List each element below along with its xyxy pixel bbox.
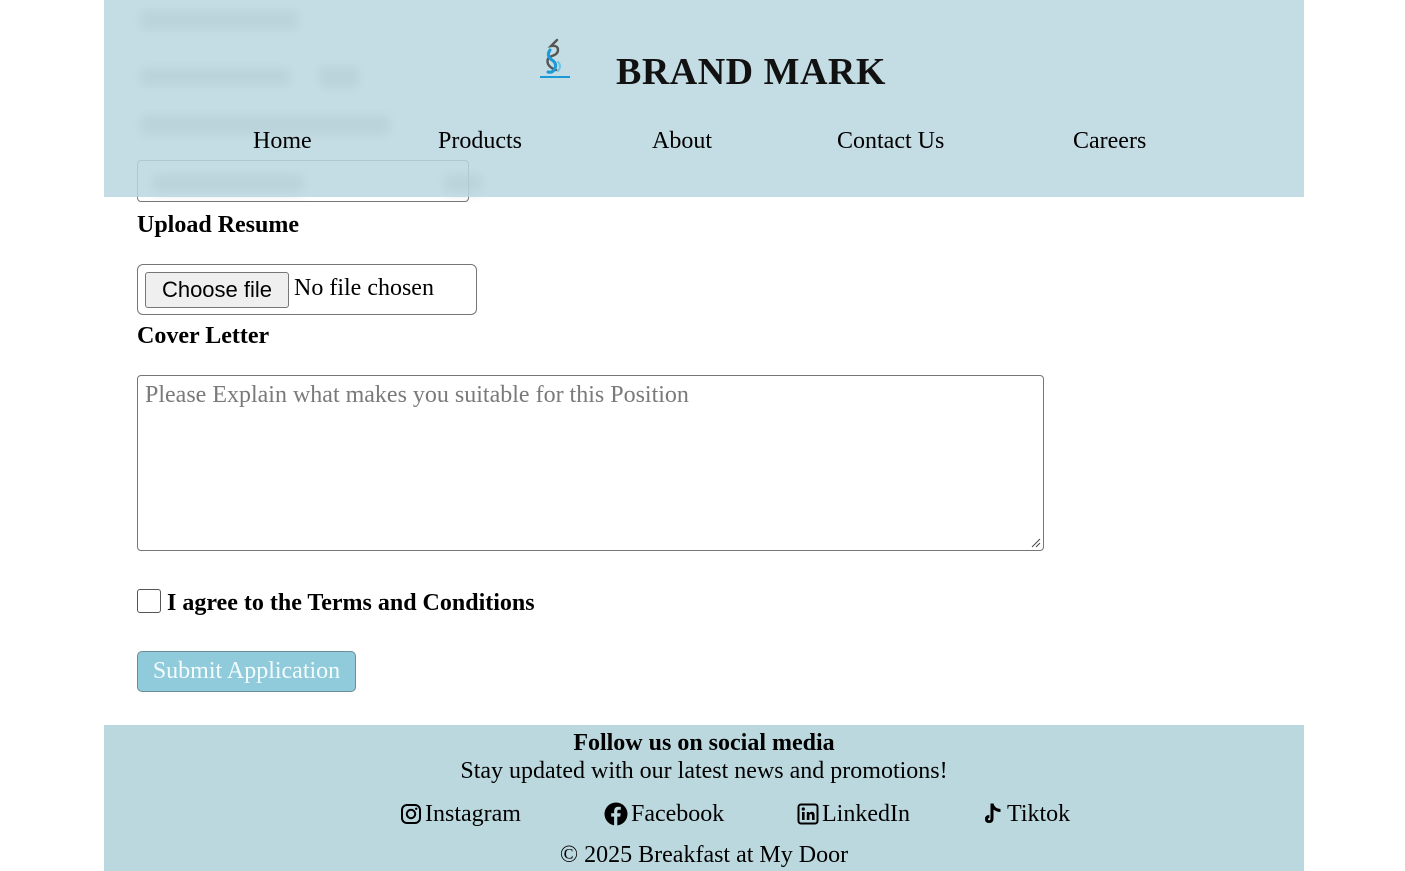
tiktok-label: Tiktok [1007, 800, 1071, 827]
nav-home[interactable]: Home [253, 128, 312, 155]
terms-checkbox[interactable] [137, 589, 161, 613]
upload-resume-label: Upload Resume [137, 212, 300, 238]
instagram-link[interactable]: Instagram [400, 799, 521, 829]
nav-about[interactable]: About [652, 128, 712, 155]
file-status: No file chosen [294, 275, 434, 301]
brand-name: BRAND MARK [616, 51, 886, 93]
terms-label[interactable]: I agree to the Terms and Conditions [167, 590, 535, 617]
choose-file-button[interactable]: Choose file [145, 272, 289, 308]
site-footer: Follow us on social media Stay updated w… [104, 725, 1304, 871]
linkedin-link[interactable]: LinkedIn [797, 799, 910, 829]
cover-letter-placeholder: Please Explain what makes you suitable f… [145, 382, 689, 408]
instagram-label: Instagram [425, 800, 521, 827]
linkedin-icon [797, 803, 819, 825]
site-header: BRAND MARK Home Products About Contact U… [104, 0, 1304, 197]
tiktok-icon [985, 803, 1001, 823]
footer-subtitle: Stay updated with our latest news and pr… [460, 758, 948, 784]
nav-contact-us[interactable]: Contact Us [837, 128, 944, 155]
page: BRAND MARK Home Products About Contact U… [104, 0, 1304, 871]
tiktok-link[interactable]: Tiktok [982, 799, 1070, 829]
resume-file-input[interactable]: Choose file No file chosen [137, 264, 477, 315]
cover-letter-label: Cover Letter [137, 323, 270, 349]
brandmark-logo-icon[interactable] [538, 38, 572, 82]
nav-careers[interactable]: Careers [1073, 128, 1146, 155]
submit-application-button[interactable]: Submit Application [137, 651, 356, 692]
facebook-icon [604, 802, 628, 826]
nav-products[interactable]: Products [438, 128, 522, 155]
copyright-text: © 2025 Breakfast at My Door [559, 842, 849, 868]
facebook-link[interactable]: Facebook [604, 799, 724, 829]
instagram-icon [401, 804, 421, 824]
linkedin-label: LinkedIn [822, 800, 910, 827]
resize-handle-icon[interactable] [1031, 538, 1041, 548]
cover-letter-textarea[interactable]: Please Explain what makes you suitable f… [137, 375, 1044, 551]
footer-title: Follow us on social media [573, 730, 835, 756]
facebook-label: Facebook [631, 800, 725, 827]
